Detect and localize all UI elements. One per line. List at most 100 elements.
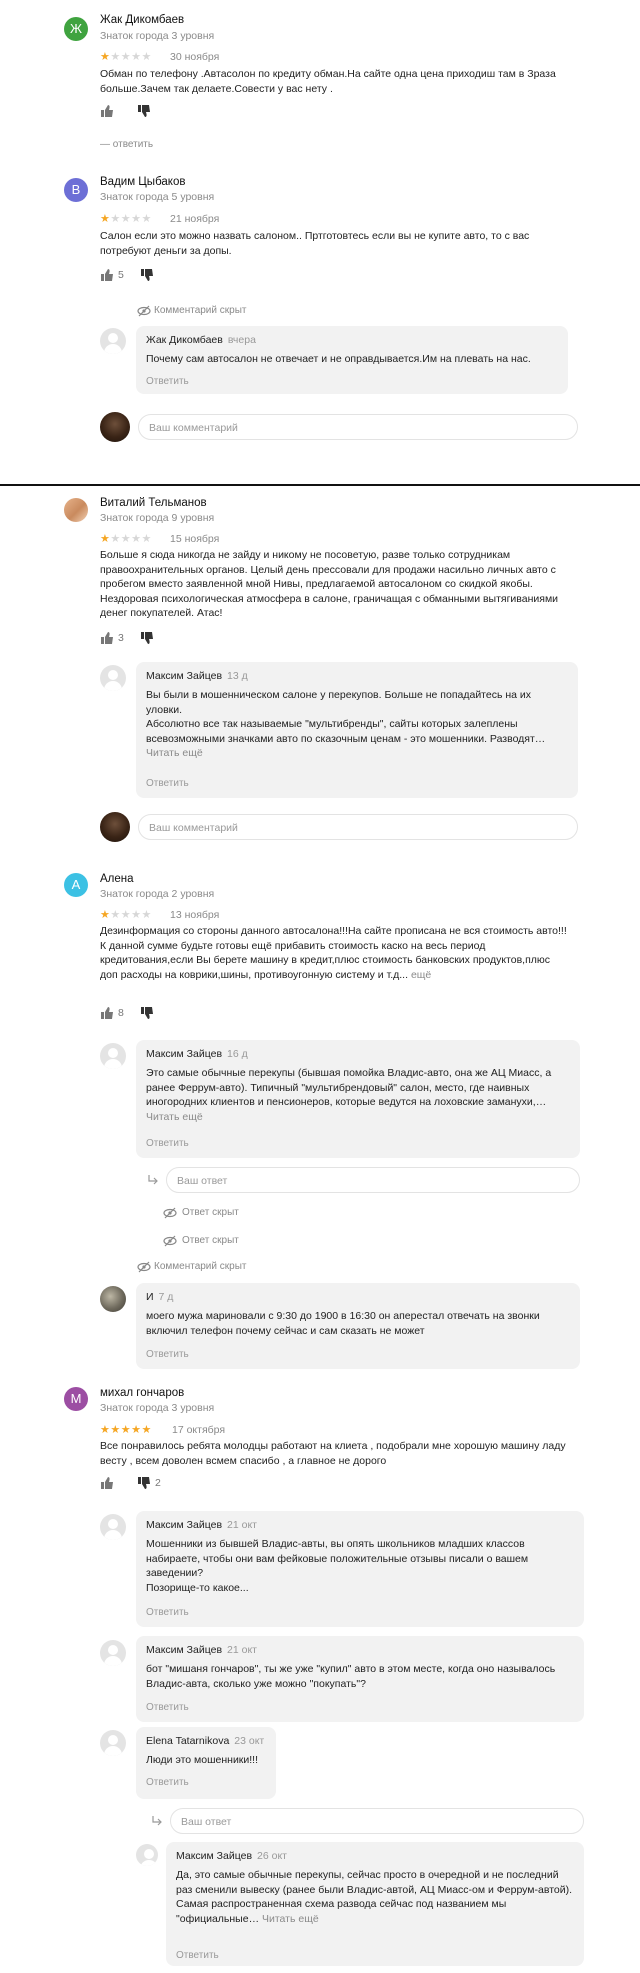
like-count: 3 [118,632,124,644]
comment-text: Почему сам автосалон не отвечает и не оп… [146,353,531,365]
comment-bubble: Elena Tatarnikova 23 окт Люди это мошенни… [136,1727,276,1799]
avatar[interactable]: А [64,873,88,897]
reviewer-name[interactable]: Виталий Тельманов [100,497,207,509]
like-count: 5 [118,269,124,281]
comment-bubble: Максим Зайцев 16 д Это самые обычные пере… [136,1040,580,1158]
answer-input[interactable]: Ваш ответ [166,1167,580,1193]
avatar [136,1844,158,1866]
thumbs-up-icon[interactable] [100,631,114,645]
thumbs-up-icon[interactable] [100,104,114,118]
rating-stars: ★★★★★ [100,50,152,63]
comment-text: Это самые обычные перекупы (бывшая помой… [146,1067,552,1123]
divider [0,484,640,486]
star-icon: ★★★★ [110,213,152,225]
avatar [100,1286,126,1312]
avatar [100,328,126,354]
review-text: Все понравилось ребята молодцы работают … [100,1440,566,1467]
avatar [100,665,126,691]
thumbs-down-icon[interactable] [140,631,154,645]
comment-text: Мошенники из бывшей Владис-авты, вы опят… [146,1538,529,1594]
review-text: Дезинформация со стороны данного автосал… [100,925,567,981]
star-icon: ★ [100,51,111,63]
comment-author: Elena Tatarnikova 23 окт [146,1735,265,1747]
comment-input[interactable]: Ваш комментарий [138,414,578,440]
avatar [100,1514,126,1540]
comment-author: Максим Зайцев 16 д [146,1048,248,1060]
reply-button[interactable]: Ответить [146,1702,189,1713]
hidden-comment-label: Комментарий скрыт [154,1261,247,1272]
reviewer-level: Знаток города 5 уровня [100,191,215,203]
review-date: 15 ноября [170,533,220,545]
reviewer-level: Знаток города 3 уровня [100,30,215,42]
avatar [100,1730,126,1756]
thumbs-down-icon[interactable] [137,104,151,118]
rating-stars: ★★★★★ [100,212,152,225]
reply-button[interactable]: Ответить [146,376,189,387]
star-icon: ★★★★★ [100,1424,152,1436]
avatar[interactable]: В [64,178,88,202]
comment-input[interactable]: Ваш комментарий [138,814,578,840]
review-text: Больше я сюда никогда не зайду и никому … [100,549,559,619]
reply-button[interactable]: Ответить [146,1777,189,1788]
reply-button[interactable]: Ответить [146,1607,189,1618]
thumbs-up-icon[interactable] [100,268,114,282]
thumbs-down-icon[interactable] [140,268,154,282]
rating-stars: ★★★★★ [100,532,152,545]
reply-link[interactable]: — ответить [100,139,153,150]
star-icon: ★★★★ [110,51,152,63]
hidden-answer-label: Ответ скрыт [182,1207,239,1218]
reviewer-name[interactable]: Жак Дикомбаев [100,14,184,26]
rating-stars: ★★★★★ [100,1423,152,1436]
comment-text: Вы были в мошенническом салоне у перекуп… [146,689,546,759]
reviewer-level: Знаток города 9 уровня [100,512,215,524]
reviewer-name[interactable]: Алена [100,873,134,885]
comment-text: Да, это самые обычные перекупы, сейчас п… [176,1869,573,1925]
avatar [100,1640,126,1666]
eye-crossed-icon [137,305,151,317]
comment-author: Максим Зайцев 21 окт [146,1519,257,1531]
thumbs-down-icon[interactable] [137,1476,151,1490]
comment-bubble: Максим Зайцев 26 окт Да, это самые обычны… [166,1842,584,1966]
comment-author: Жак Дикомбаев вчера [146,334,256,346]
avatar[interactable]: М [64,1387,88,1411]
read-more-link[interactable]: Читать ещё [146,1111,203,1123]
rating-stars: ★★★★★ [100,908,152,921]
read-more-link[interactable]: Читать ещё [146,747,203,759]
review-date: 21 ноября [170,213,220,225]
review-text: Обман по телефону .Автасолон по кредиту … [100,68,556,95]
reviewer-name[interactable]: михал гончаров [100,1387,184,1399]
thumbs-down-icon[interactable] [140,1006,154,1020]
reply-button[interactable]: Ответить [146,778,189,789]
user-avatar [100,412,130,442]
answer-input[interactable]: Ваш ответ [170,1808,584,1834]
like-count: 8 [118,1007,124,1019]
reply-arrow-icon [148,1175,158,1185]
review-text: Салон если это можно назвать салоном.. П… [100,230,530,257]
avatar [100,1043,126,1069]
avatar[interactable]: Ж [64,17,88,41]
dislike-count: 2 [155,1477,161,1489]
reply-button[interactable]: Ответить [146,1349,189,1360]
eye-crossed-icon [163,1235,177,1247]
comment-author: Максим Зайцев 26 окт [176,1850,287,1862]
thumbs-up-icon[interactable] [100,1006,114,1020]
read-more-link[interactable]: Читать ещё [262,1913,319,1925]
reply-button[interactable]: Ответить [176,1950,219,1961]
hidden-comment-label: Комментарий скрыт [154,305,247,316]
review-date: 30 ноября [170,51,220,63]
comment-bubble: И7 д моего мужа мариновали с 9:30 до 190… [136,1283,580,1369]
star-icon: ★ [100,213,111,225]
hidden-answer-label: Ответ скрыт [182,1235,239,1246]
comment-author: Максим Зайцев 13 д [146,670,248,682]
avatar[interactable] [64,498,88,522]
reviewer-name[interactable]: Вадим Цыбаков [100,176,185,188]
reviewer-level: Знаток города 2 уровня [100,888,215,900]
comment-bubble: Жак Дикомбаев вчера Почему сам автосалон … [136,326,568,394]
comment-text: моего мужа мариновали с 9:30 до 1900 в 1… [146,1310,540,1337]
comment-text: Люди это мошенники!!! [146,1754,259,1766]
reply-button[interactable]: Ответить [146,1138,189,1149]
thumbs-up-icon[interactable] [100,1476,114,1490]
comment-bubble: Максим Зайцев 13 д Вы были в мошенническо… [136,662,578,798]
read-more-link[interactable]: ещё [411,969,431,981]
reviewer-level: Знаток города 3 уровня [100,1402,215,1414]
